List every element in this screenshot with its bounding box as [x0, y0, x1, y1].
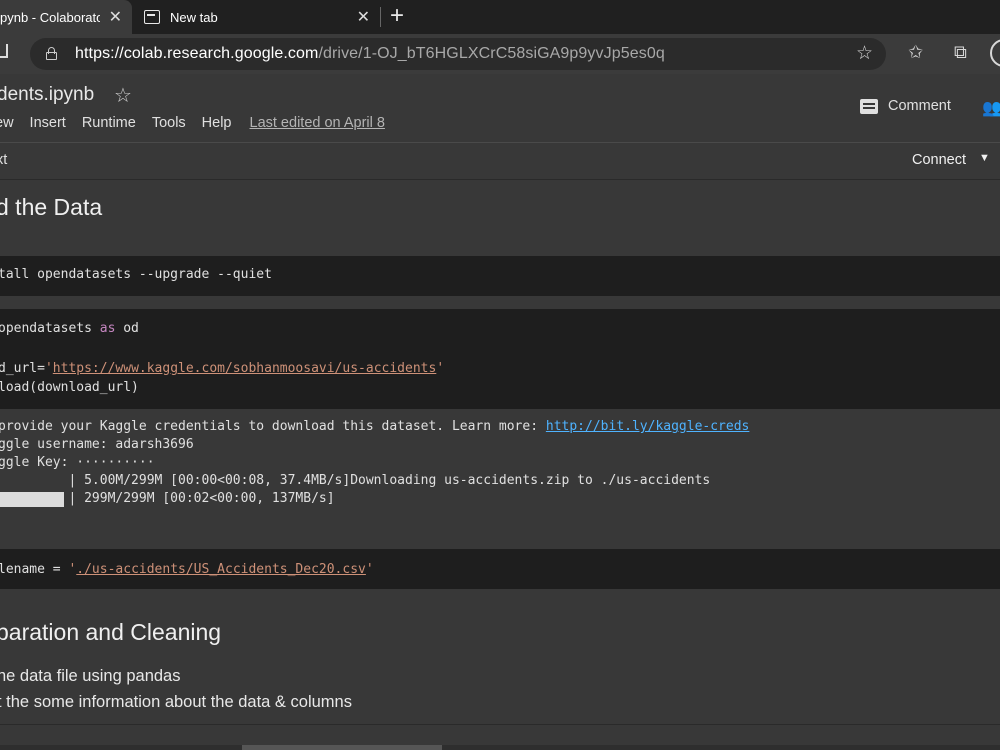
output-line: provide your Kaggle credentials to downl… [0, 419, 750, 434]
code-line: load(download_url) [0, 380, 139, 395]
connect-button[interactable]: Connect [912, 152, 966, 168]
output-line: ggle username: adarsh3696 [0, 437, 194, 452]
markdown-line: he data file using pandas [0, 667, 181, 685]
profile-icon[interactable] [990, 39, 1000, 67]
code-line: tall opendatasets --upgrade --quiet [0, 267, 272, 282]
code-cell[interactable]: tall opendatasets --upgrade --quiet [0, 256, 1000, 296]
code-string-link: https://www.kaggle.com/sobhanmoosavi/us-… [52, 361, 437, 376]
comment-label: Comment [888, 98, 951, 114]
close-tab-icon[interactable]: ✕ [357, 7, 370, 27]
notebook-title[interactable]: dents.ipynb [0, 84, 94, 106]
home-icon[interactable] [0, 44, 8, 58]
last-edited-link[interactable]: Last edited on April 8 [250, 115, 385, 131]
new-tab-button[interactable]: + [390, 2, 404, 30]
menu-runtime[interactable]: Runtime [82, 115, 136, 131]
code-line: opendatasets as od [0, 321, 139, 336]
chevron-down-icon[interactable]: ▼ [979, 152, 990, 164]
menu-bar: ew Insert Runtime Tools Help Last edited… [0, 115, 401, 131]
tab-colab[interactable]: pynb - Colaboratory ✕ [0, 0, 132, 34]
code-string-link: ./us-accidents/US_Accidents_Dec20.csv [76, 562, 366, 577]
tab-title: New tab [170, 9, 218, 25]
lock-icon[interactable] [46, 47, 57, 60]
comment-icon [860, 98, 878, 114]
url-host: https://colab.research.google.com [75, 45, 319, 62]
add-text-button[interactable]: xt [0, 152, 7, 168]
section-heading: d the Data [0, 194, 103, 220]
menu-help[interactable]: Help [202, 115, 232, 131]
notebook-toolbar: xt Connect ▼ [0, 142, 1000, 180]
collections-icon[interactable]: ⧉ [954, 42, 967, 63]
url-field[interactable]: https://colab.research.google.com/drive/… [30, 38, 886, 70]
address-bar: https://colab.research.google.com/drive/… [0, 34, 1000, 74]
code-cell[interactable]: lename = './us-accidents/US_Accidents_De… [0, 549, 1000, 589]
star-icon[interactable]: ☆ [114, 83, 132, 108]
output-line: | 5.00M/299M [00:00<00:08, 37.4MB/s]Down… [0, 473, 711, 488]
browser-tab-strip: pynb - Colaboratory ✕ New tab ✕ + [0, 0, 1000, 34]
tab-new-tab[interactable]: New tab ✕ [136, 0, 380, 34]
new-tab-page-icon [144, 10, 160, 24]
cell-output: provide your Kaggle credentials to downl… [0, 409, 1000, 549]
horizontal-scrollbar[interactable] [0, 745, 1000, 750]
scrollbar-thumb[interactable] [242, 745, 442, 750]
add-favorite-icon[interactable]: ☆ [856, 42, 873, 65]
tab-title: pynb - Colaboratory [0, 9, 100, 25]
url-text[interactable]: https://colab.research.google.com/drive/… [75, 45, 665, 63]
code-cell[interactable]: opendatasets as od d_url='https://www.ka… [0, 309, 1000, 409]
comment-button[interactable]: Comment [860, 98, 951, 114]
colab-header: dents.ipynb ☆ ew Insert Runtime Tools He… [0, 74, 1000, 142]
menu-view[interactable]: ew [0, 115, 14, 131]
code-line: d_url='https://www.kaggle.com/sobhanmoos… [0, 361, 445, 376]
output-line: ggle Key: ·········· [0, 455, 155, 470]
close-tab-icon[interactable]: ✕ [109, 7, 122, 27]
kaggle-creds-link[interactable]: http://bit.ly/kaggle-creds [546, 419, 750, 434]
markdown-line: t the some information about the data & … [0, 693, 352, 711]
url-path: /drive/1-OJ_bT6HGLXCrC58siGA9p9yvJp5es0q [318, 45, 665, 62]
download-progress-bar [0, 492, 64, 507]
code-line: lename = './us-accidents/US_Accidents_De… [0, 562, 374, 577]
share-people-icon[interactable]: 👥 [982, 98, 1000, 118]
menu-insert[interactable]: Insert [30, 115, 66, 131]
favorites-icon[interactable]: ✩ [908, 42, 923, 63]
menu-tools[interactable]: Tools [152, 115, 186, 131]
section-heading: paration and Cleaning [0, 619, 222, 645]
cell-divider [0, 724, 1000, 725]
tab-separator [380, 7, 381, 27]
